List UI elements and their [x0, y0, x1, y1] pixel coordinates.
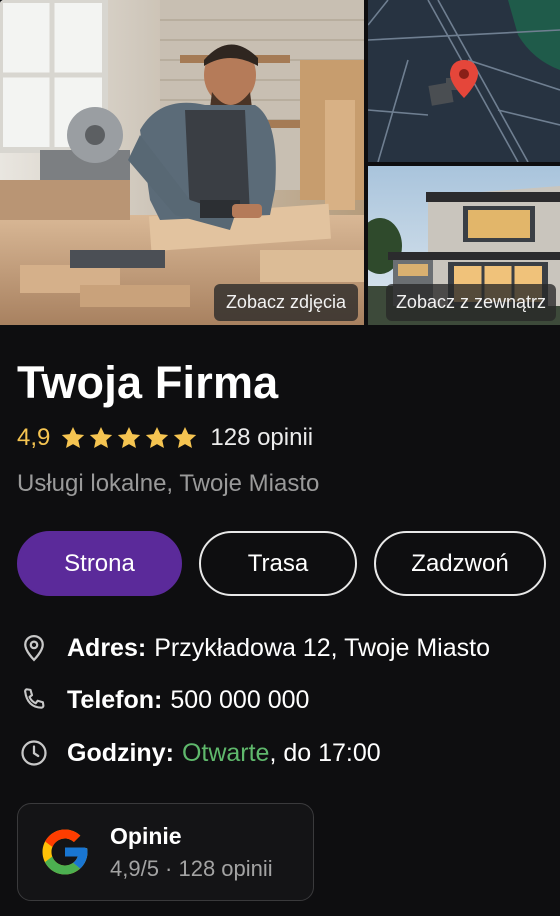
hours-status: Otwarte: [181, 738, 270, 767]
action-buttons: Strona Trasa Zadzwoń: [17, 531, 546, 596]
phone-row[interactable]: Telefon: 500 000 000: [17, 683, 309, 717]
exterior-tile[interactable]: Zobacz z zewnątrz: [368, 166, 560, 325]
star-icon: [118, 426, 141, 448]
map-tile[interactable]: [368, 0, 560, 162]
star-icon: [90, 426, 113, 448]
call-button[interactable]: Zadzwoń: [374, 531, 546, 596]
photo-gallery: Zobacz zdjęcia Zobacz z zewnątrz: [0, 0, 560, 325]
hours-close-time: , do 17:00: [269, 738, 381, 767]
location-pin-icon: [17, 631, 51, 665]
map-image: [368, 0, 560, 162]
google-logo-icon: [42, 829, 88, 875]
view-exterior-label[interactable]: Zobacz z zewnątrz: [385, 284, 556, 321]
reviews-card-text: Opinie 4,9/5 · 128 opinii: [110, 823, 273, 882]
address-row[interactable]: Adres: Przykładowa 12, Twoje Miasto: [17, 631, 490, 665]
reviews-card-subtitle: 4,9/5 · 128 opinii: [110, 855, 273, 881]
business-category: Usługi lokalne, Twoje Miasto: [17, 470, 320, 497]
business-name: Twoja Firma: [17, 357, 279, 408]
star-icon: [62, 426, 85, 448]
address-value: Przykładowa 12, Twoje Miasto: [154, 633, 490, 662]
star-icon: [146, 426, 169, 448]
address-label: Adres:: [67, 633, 147, 662]
hours-row[interactable]: Godziny: Otwarte , do 17:00: [17, 736, 381, 770]
reviews-count[interactable]: 128 opinii: [210, 424, 313, 452]
phone-label: Telefon:: [67, 685, 163, 714]
phone-icon: [17, 683, 51, 717]
google-reviews-card[interactable]: Opinie 4,9/5 · 128 opinii: [17, 803, 314, 901]
star-rating: [60, 425, 198, 451]
clock-icon: [17, 736, 51, 770]
rating-value: 4,9: [17, 424, 51, 451]
workshop-photo[interactable]: Zobacz zdjęcia: [0, 0, 364, 325]
phone-value: 500 000 000: [170, 685, 310, 714]
reviews-card-title: Opinie: [110, 822, 182, 849]
rating-row[interactable]: 4,9 128 opinii: [17, 424, 313, 452]
carpenter-photo-image: [0, 0, 364, 325]
route-button[interactable]: Trasa: [199, 531, 357, 596]
view-photos-label[interactable]: Zobacz zdjęcia: [213, 284, 358, 321]
hours-label: Godziny:: [67, 738, 174, 767]
star-icon: [174, 426, 197, 448]
website-button[interactable]: Strona: [17, 531, 182, 596]
